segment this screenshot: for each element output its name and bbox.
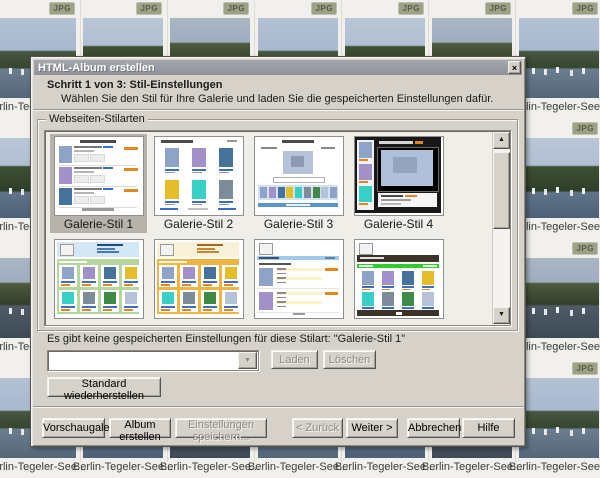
style-item[interactable]: Galerie-Stil 3: [250, 134, 347, 233]
chevron-down-icon: ▼: [244, 357, 251, 364]
back-button[interactable]: < Zurück: [292, 418, 343, 438]
file-type-badge: JPG: [49, 2, 75, 15]
style-preview-thumbnail[interactable]: [354, 239, 444, 319]
style-item[interactable]: [50, 237, 147, 324]
style-preview-thumbnail[interactable]: [54, 136, 144, 216]
style-item[interactable]: [150, 237, 247, 324]
style-preview-thumbnail[interactable]: [254, 239, 344, 319]
file-type-badge: JPG: [311, 2, 337, 15]
vertical-scrollbar[interactable]: ▲ ▼: [492, 132, 509, 324]
style-preview-thumbnail[interactable]: [54, 239, 144, 319]
file-type-badge: JPG: [572, 122, 598, 135]
style-item-label: Galerie-Stil 3: [250, 216, 347, 233]
photo-thumbnail[interactable]: [519, 258, 599, 338]
styles-groupbox: Webseiten-Stilarten Galerie-Stil 1Galeri…: [37, 119, 518, 331]
html-album-dialog: HTML-Album erstellen × Schritt 1 von 3: …: [30, 56, 526, 447]
help-button[interactable]: Hilfe: [462, 418, 515, 438]
style-preview-thumbnail[interactable]: [354, 136, 444, 216]
photo-thumbnail-cell[interactable]: JPGBerlin-Tegeler-See...: [517, 0, 600, 118]
step-title: Schritt 1 von 3: Stil-Einstellungen: [47, 79, 222, 91]
saved-settings-combobox[interactable]: ▼: [47, 350, 259, 371]
photo-thumbnail-cell[interactable]: JPGBerlin-Tegeler-See...: [517, 240, 600, 358]
file-type-badge: JPG: [572, 2, 598, 15]
separator-top: [33, 109, 523, 111]
style-listbox: Galerie-Stil 1Galerie-Stil 2Galerie-Stil…: [44, 130, 511, 326]
file-type-badge: JPG: [136, 2, 162, 15]
scroll-down-button[interactable]: ▼: [493, 307, 510, 324]
file-type-badge: JPG: [572, 242, 598, 255]
file-type-badge: JPG: [572, 362, 598, 375]
no-saved-settings-message: Es gibt keine gespeicherten Einstellunge…: [47, 333, 405, 345]
cancel-button[interactable]: Abbrechen: [407, 418, 460, 438]
style-item[interactable]: [250, 237, 347, 324]
style-item[interactable]: [350, 237, 447, 324]
file-type-badge: JPG: [398, 2, 424, 15]
scroll-down-icon: ▼: [498, 311, 505, 318]
delete-button[interactable]: Löschen: [323, 350, 376, 369]
photo-thumbnail-cell[interactable]: JPGBerlin-Tegeler-See...: [517, 360, 600, 478]
load-button[interactable]: Laden: [271, 350, 318, 369]
combobox-dropdown-button[interactable]: ▼: [238, 352, 257, 369]
close-icon: ×: [512, 63, 517, 73]
next-button[interactable]: Weiter >: [346, 418, 398, 438]
style-preview-thumbnail[interactable]: [254, 136, 344, 216]
photo-thumbnail-cell[interactable]: JPGBerlin-Tegeler-See...: [517, 120, 600, 238]
style-item[interactable]: Galerie-Stil 1: [50, 134, 147, 233]
style-preview-thumbnail[interactable]: [154, 136, 244, 216]
close-button[interactable]: ×: [508, 61, 521, 74]
restore-default-button[interactable]: Standard wiederherstellen: [47, 377, 161, 397]
dialog-titlebar[interactable]: HTML-Album erstellen ×: [34, 60, 522, 75]
file-type-badge: JPG: [223, 2, 249, 15]
preview-gallery-button[interactable]: Vorschaugalerie: [42, 418, 105, 438]
scroll-up-icon: ▲: [498, 136, 505, 143]
style-item-label: Galerie-Stil 4: [350, 216, 447, 233]
photo-filename: Berlin-Tegeler-See...: [507, 461, 600, 473]
dialog-title: HTML-Album erstellen: [34, 62, 155, 74]
create-album-button[interactable]: Album erstellen: [109, 418, 171, 438]
photo-thumbnail[interactable]: [519, 18, 599, 98]
scrollbar-thumb[interactable]: [493, 152, 510, 229]
style-preview-thumbnail[interactable]: [154, 239, 244, 319]
style-item[interactable]: Galerie-Stil 2: [150, 134, 247, 233]
scroll-up-button[interactable]: ▲: [493, 132, 510, 149]
step-description: Wählen Sie den Stil für Ihre Galerie und…: [61, 93, 493, 105]
style-item-label: Galerie-Stil 1: [50, 216, 147, 233]
photo-thumbnail[interactable]: [519, 378, 599, 458]
save-settings-button[interactable]: Einstellungen speichern...: [175, 418, 267, 438]
separator-bottom: [33, 406, 523, 408]
styles-groupbox-label: Webseiten-Stilarten: [46, 113, 148, 125]
style-item-label: Galerie-Stil 2: [150, 216, 247, 233]
photo-thumbnail[interactable]: [519, 138, 599, 218]
style-list: Galerie-Stil 1Galerie-Stil 2Galerie-Stil…: [46, 132, 509, 324]
file-type-badge: JPG: [485, 2, 511, 15]
style-item[interactable]: Galerie-Stil 4: [350, 134, 447, 233]
